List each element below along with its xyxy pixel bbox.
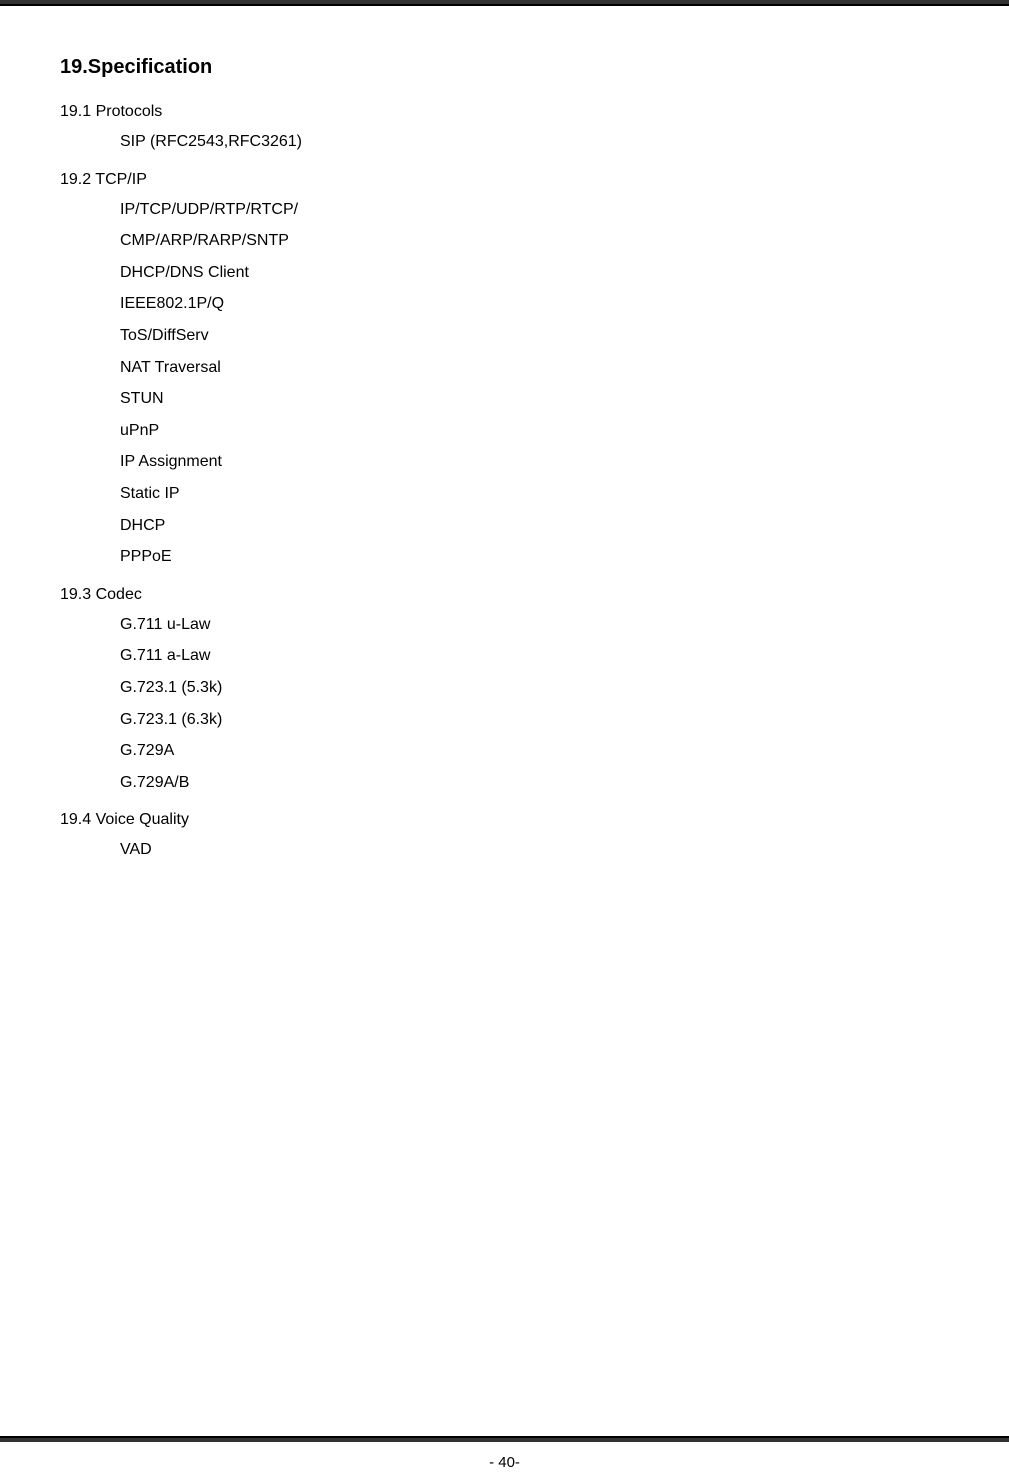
content-area: 19.Specification 19.1 Protocols SIP (RFC2… (0, 6, 1009, 1436)
subsections-container: 19.1 Protocols SIP (RFC2543,RFC3261) 19.2 … (60, 103, 949, 863)
page-number-area: - 40- (0, 1436, 1009, 1479)
sub-item-2-2: G.723.1 (5.3k) (120, 675, 949, 701)
sub-item-1-7: uPnP (120, 418, 949, 444)
sub-item-1-11: PPPoE (120, 544, 949, 570)
section-title: 19.Specification (60, 56, 949, 79)
sub-item-1-4: ToS/DiffServ (120, 323, 949, 349)
sub-item-2-5: G.729A/B (120, 770, 949, 796)
sub-item-0-0: SIP (RFC2543,RFC3261) (120, 129, 949, 155)
sub-item-1-10: DHCP (120, 513, 949, 539)
sub-item-1-0: IP/TCP/UDP/RTP/RTCP/ (120, 197, 949, 223)
sub-item-1-8: IP Assignment (120, 449, 949, 475)
sub-item-2-0: G.711 u-Law (120, 612, 949, 638)
subsection-heading-1: 19.2 TCP/IP (60, 171, 949, 189)
sub-item-2-3: G.723.1 (6.3k) (120, 707, 949, 733)
sub-item-1-3: IEEE802.1P/Q (120, 291, 949, 317)
subsection-heading-0: 19.1 Protocols (60, 103, 949, 121)
subsection-heading-3: 19.4 Voice Quality (60, 811, 949, 829)
sub-item-1-5: NAT Traversal (120, 355, 949, 381)
sub-item-1-2: DHCP/DNS Client (120, 260, 949, 286)
subsection-heading-2: 19.3 Codec (60, 586, 949, 604)
sub-item-3-0: VAD (120, 837, 949, 863)
sub-item-1-1: CMP/ARP/RARP/SNTP (120, 228, 949, 254)
page-number: - 40- (0, 1442, 1009, 1479)
sub-item-1-9: Static IP (120, 481, 949, 507)
sub-item-1-6: STUN (120, 386, 949, 412)
sub-item-2-4: G.729A (120, 738, 949, 764)
sub-item-2-1: G.711 a-Law (120, 643, 949, 669)
